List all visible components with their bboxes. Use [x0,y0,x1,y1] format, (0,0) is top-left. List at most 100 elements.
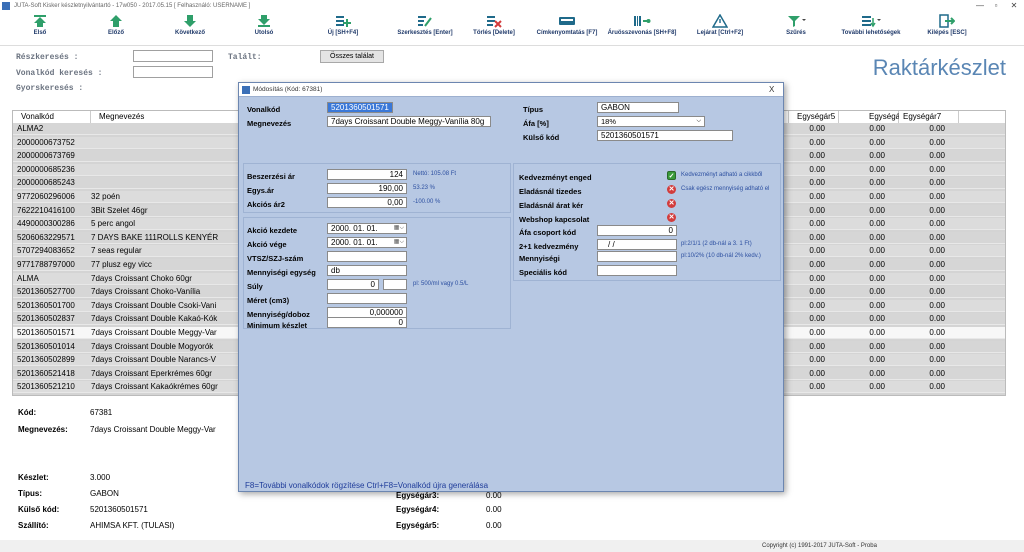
webshop-checkbox[interactable]: ✕ [667,213,676,222]
cell-p6: 0.00 [869,300,885,310]
barcode-search-input[interactable] [133,66,213,78]
detail-supplier: AHIMSA KFT. (TULASI) [90,521,175,530]
qty-discount-label: Mennyiségi [519,254,560,263]
qty-unit-input[interactable]: db [327,265,407,276]
calendar-icon[interactable]: ▦⌵ [394,224,404,233]
promo-price-input[interactable]: 0,00 [327,197,407,208]
column-header-price5[interactable]: Egységár5 [789,111,839,123]
first-button[interactable]: Első [20,14,60,46]
cell-barcode: 2000000673752 [17,137,75,147]
vtsz-input[interactable] [327,251,407,262]
cell-p6: 0.00 [869,192,885,201]
column-header-price7[interactable]: Egységár7 [899,111,959,123]
cell-p5: 0.00 [809,273,825,283]
cell-p6: 0.00 [869,219,885,229]
weight-input[interactable]: 0 [327,279,379,290]
purchase-price-input[interactable]: 124 [327,169,407,180]
exit-icon [939,14,955,28]
barcode-input[interactable]: 5201360501571 [327,102,393,113]
cell-barcode: 2000000673769 [17,151,75,161]
expiry-button[interactable]: Lejárat [Ctrl+F2] [692,14,748,46]
ext-code-label: Külső kód [523,133,560,142]
qty-discount-input[interactable] [597,251,677,262]
cell-p6: 0.00 [869,205,885,215]
barcode-label: Vonalkód [247,105,281,114]
cell-p7: 0.00 [929,205,945,215]
detail-price3: 0.00 [486,491,502,500]
more-options-button[interactable]: További lehetőségek [836,14,906,46]
close-button[interactable]: ✕ [1004,0,1024,12]
vat-select[interactable]: 18% ⌵ [597,116,705,127]
cell-barcode: ALMA [17,273,39,283]
promo-end-date[interactable]: 2000. 01. 01. ▦⌵ [327,237,407,248]
promo-margin-note: -100.00 % [413,199,441,205]
cell-p6: 0.00 [869,246,885,256]
cell-barcode: 4490000300286 [17,219,75,229]
label-print-button[interactable]: Címkenyomtatás [F7] [534,14,600,46]
promo-start-date[interactable]: 2000. 01. 01. ▦⌵ [327,223,407,234]
detail-price4-label: Egységár4: [396,505,440,514]
qty-discount-note: pl:10/2% (10 db-nál 2% kedv.) [681,253,761,259]
type-label: Típus [523,105,543,114]
vat-label: Áfa [%] [523,119,549,128]
exit-button[interactable]: Kilépés [ESC] [922,14,972,46]
net-price-note: Nettó: 105.08 Ft [413,171,457,177]
column-header-price6[interactable]: Egységár6 [839,111,907,123]
column-header-empty [959,111,1005,123]
cell-barcode: 5201360521418 [17,368,75,378]
cell-p6: 0.00 [869,368,885,378]
cell-barcode: 5201360521210 [17,382,75,392]
cell-p6: 0.00 [869,328,885,337]
ask-price-checkbox[interactable]: ✕ [667,199,676,208]
cell-p7: 0.00 [929,232,945,242]
two-plus-one-input[interactable]: / / [597,239,677,250]
detail-price4: 0.00 [486,505,502,514]
weight-unit-input[interactable] [383,279,407,290]
cell-p7: 0.00 [929,355,945,365]
cell-barcode: ALMA2 [17,124,44,133]
detail-ext: 5201360501571 [90,505,148,514]
name-input[interactable]: 7days Croissant Double Meggy-Vanília 80g [327,116,491,127]
cell-p5: 0.00 [809,314,825,324]
cell-p6: 0.00 [869,232,885,242]
cell-p7: 0.00 [929,368,945,378]
special-code-input[interactable] [597,265,677,276]
vat-group-input[interactable]: 0 [597,225,677,236]
new-button[interactable]: Új [SH+F4] [318,14,368,46]
detail-code-label: Kód: [18,408,37,417]
last-button[interactable]: Utolsó [244,14,284,46]
delete-button[interactable]: Törlés [Delete] [470,14,518,46]
cell-p5: 0.00 [809,382,825,392]
discount-checkbox[interactable]: ✓ [667,171,676,180]
calendar-icon[interactable]: ▦⌵ [394,238,404,247]
filter-button[interactable]: Szűrés [776,14,816,46]
cell-p5: 0.00 [809,287,825,297]
column-header-barcode[interactable]: Vonalkód [13,111,91,123]
printer-icon [559,17,575,25]
cell-p5: 0.00 [809,151,825,161]
detail-name-label: Megnevezés: [18,425,68,434]
merge-button[interactable]: Áruösszevonás [SH+F8] [606,14,678,46]
type-input[interactable]: GABON [597,102,679,113]
min-stock-input[interactable]: 0 [327,317,407,328]
prev-button[interactable]: Előző [96,14,136,46]
dialog-footer-hint: F8=További vonalkódok rögzítése Ctrl+F8=… [245,481,489,490]
size-input[interactable] [327,293,407,304]
cell-p6: 0.00 [869,151,885,161]
partial-search-input[interactable] [133,50,213,62]
arrow-up-icon [110,15,122,27]
decimal-checkbox[interactable]: ✕ [667,185,676,194]
next-button[interactable]: Következő [168,14,212,46]
detail-code: 67381 [90,408,113,417]
cell-p5: 0.00 [809,124,825,133]
weight-note: pl: 500/ml vagy 0.5/L [413,281,469,287]
all-results-button[interactable]: Összes találat [320,50,384,63]
unit-price-input[interactable]: 190,00 [327,183,407,194]
vat-value: 18% [601,117,617,126]
cell-barcode: 5201360502837 [17,314,75,324]
ext-code-input[interactable]: 5201360501571 [597,130,733,141]
toolbar: Első Előző Következő Utolsó Új [SH+F4] S… [0,12,1024,46]
edit-button[interactable]: Szerkesztés [Enter] [394,14,456,46]
maximize-button[interactable]: ▫ [986,0,1006,12]
dialog-close-button[interactable]: X [769,83,774,97]
